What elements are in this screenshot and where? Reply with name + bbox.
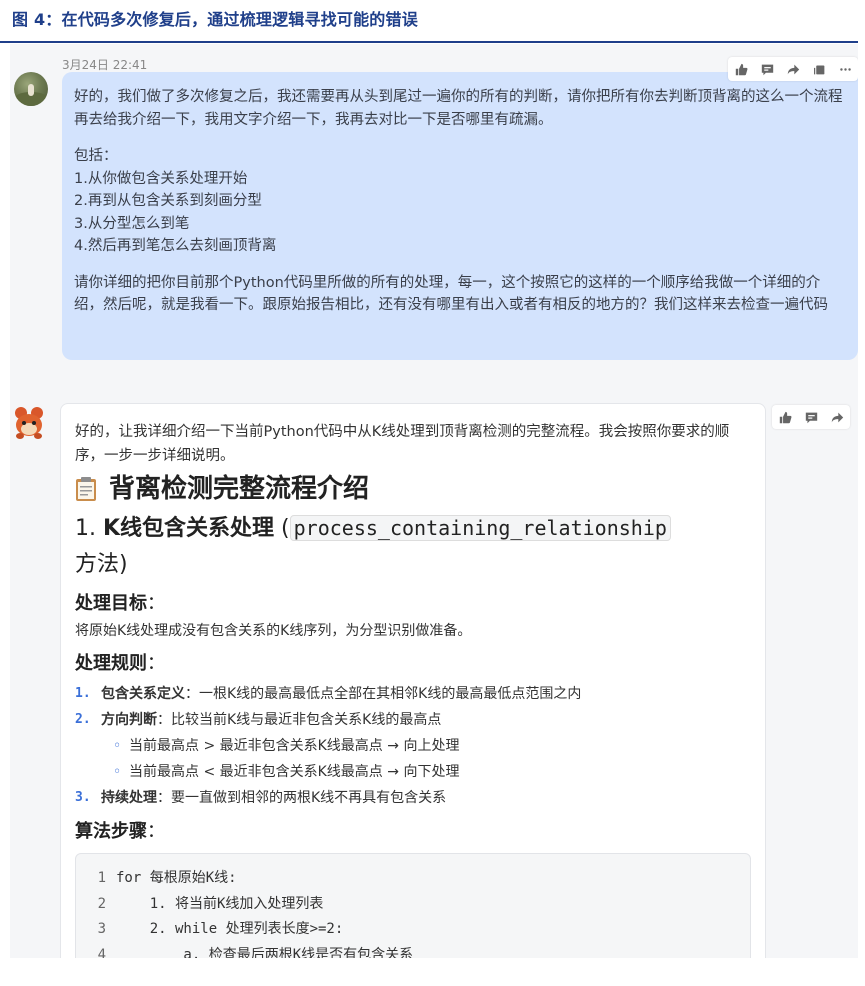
subsection-suffix: 方法) bbox=[75, 552, 128, 577]
rules-list: 1. 包含关系定义：一根K线的最高最低点全部在其相邻K线的最高最低点范围之内 2… bbox=[75, 681, 751, 811]
code-block[interactable]: 1 for 每根原始K线: 2 1. 将当前K线加入处理列表 3 2. while… bbox=[75, 853, 751, 958]
subsection-number: 1. bbox=[75, 516, 103, 541]
user-message-line: 4.然后再到笔怎么去刻画顶背离 bbox=[74, 238, 277, 254]
user-message-bubble: 好的，我们做了多次修复之后，我还需要再从头到尾过一遍你的所有的判断，请你把所有你… bbox=[62, 72, 858, 360]
thumbs-up-icon[interactable] bbox=[728, 57, 754, 81]
goal-heading: 处理目标： bbox=[75, 593, 165, 614]
user-message-line: 1.从你做包含关系处理开始 bbox=[74, 170, 248, 187]
steps-heading: 算法步骤： bbox=[75, 821, 165, 842]
code-line: 2 1. 将当前K线加入处理列表 bbox=[97, 895, 324, 912]
code-line: 1 for 每根原始K线: bbox=[97, 870, 237, 886]
list-item: 2. 方向判断：比较当前K线与最近非包含关系K线的最高点 bbox=[75, 712, 442, 728]
user-message-line: 请你详细的把你目前那个Python代码里所做的所有的处理，每一，这个按照它的这样… bbox=[74, 274, 828, 314]
paren-open: ( bbox=[281, 516, 290, 541]
chat-area: 3月24日 22:41 好的，我们做了多次修复之后，我还需要再从头到尾过一遍你的… bbox=[10, 44, 858, 958]
subsection-heading: 1. K线包含关系处理 (process_containing_relation… bbox=[75, 510, 751, 583]
section-heading: 背离检测完整流程介绍 bbox=[75, 472, 751, 506]
user-avatar[interactable] bbox=[14, 72, 48, 106]
title-divider bbox=[0, 41, 858, 43]
method-name-code: process_containing_relationship bbox=[289, 515, 671, 541]
clipboard-icon bbox=[75, 476, 97, 502]
user-message-line: 2.再到从包含关系到刻画分型 bbox=[74, 193, 262, 209]
subsection-title: K线包含关系处理 bbox=[102, 516, 275, 541]
share-icon[interactable] bbox=[780, 57, 806, 81]
code-line: 3 2. while 处理列表长度>=2: bbox=[97, 921, 344, 937]
more-icon[interactable] bbox=[832, 57, 858, 81]
assistant-message-toolbar bbox=[772, 405, 850, 429]
message-timestamp: 3月24日 22:41 bbox=[62, 58, 148, 72]
user-message-toolbar bbox=[728, 57, 858, 81]
sub-list-item: ◦ 当前最高点 < 最近非包含关系K线最高点 → 向下处理 bbox=[113, 764, 460, 780]
assistant-message-card: 好的，让我详细介绍一下当前Python代码中从K线处理到顶背离检测的完整流程。我… bbox=[60, 403, 766, 958]
assistant-avatar[interactable] bbox=[10, 404, 48, 442]
sub-list-item: ◦ 当前最高点 > 最近非包含关系K线最高点 → 向上处理 bbox=[113, 738, 460, 754]
share-icon[interactable] bbox=[824, 405, 850, 429]
comment-icon[interactable] bbox=[798, 405, 824, 429]
comment-icon[interactable] bbox=[754, 57, 780, 81]
code-line: 4 a. 检查最后两根K线是否有包含关系 bbox=[97, 946, 414, 959]
user-message-line: 包括： bbox=[74, 148, 118, 164]
figure-title: 图 4：在代码多次修复后，通过梳理逻辑寻找可能的错误 bbox=[12, 10, 418, 29]
copy-icon[interactable] bbox=[806, 57, 832, 81]
thumbs-up-icon[interactable] bbox=[772, 405, 798, 429]
user-message-line: 好的，我们做了多次修复之后，我还需要再从头到尾过一遍你的所有的判断，请你把所有你… bbox=[74, 89, 843, 128]
list-item: 3. 持续处理：要一直做到相邻的两根K线不再具有包含关系 bbox=[75, 790, 447, 806]
user-message-line: 3.从分型怎么到笔 bbox=[74, 215, 190, 232]
assistant-intro: 好的，让我详细介绍一下当前Python代码中从K线处理到顶背离检测的完整流程。我… bbox=[75, 424, 730, 464]
list-item: 1. 包含关系定义：一根K线的最高最低点全部在其相邻K线的最高最低点范围之内 bbox=[75, 686, 582, 702]
goal-text: 将原始K线处理成没有包含关系的K线序列，为分型识别做准备。 bbox=[75, 623, 472, 639]
rules-heading: 处理规则： bbox=[75, 653, 165, 674]
heading-text: 背离检测完整流程介绍 bbox=[109, 474, 370, 504]
